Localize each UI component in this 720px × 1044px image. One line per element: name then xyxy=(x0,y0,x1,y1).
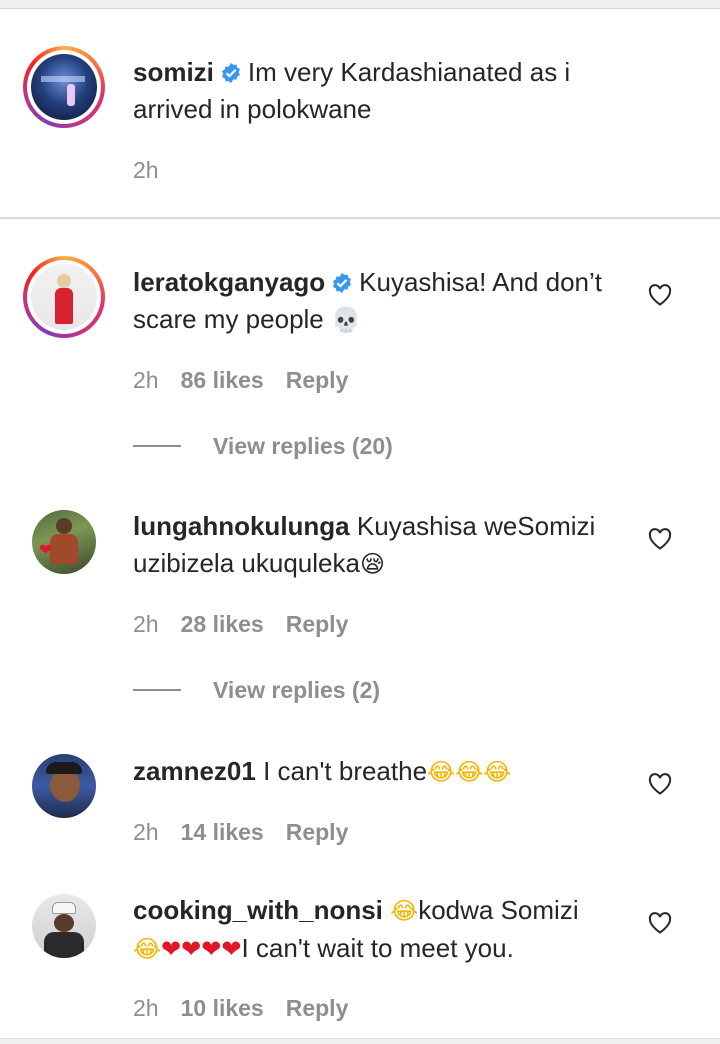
caption-time: 2h xyxy=(133,157,159,183)
comment-4-likes[interactable]: 10 likes xyxy=(181,995,264,1021)
comment-4-text-block: cooking_with_nonsi 😂kodwa Somizi 😂❤❤❤❤I c… xyxy=(133,892,633,968)
comment-1-username[interactable]: leratokganyago xyxy=(133,267,325,297)
comment-2-text-block: lungahnokulunga Kuyashisa weSomizi uzibi… xyxy=(133,508,633,583)
comments-screen: somizi Im very Kardashianated as i arrive… xyxy=(0,0,720,1044)
comment-1-view-replies[interactable]: View replies (20) xyxy=(133,433,393,460)
reply-line xyxy=(133,689,181,691)
red-heart-emojis: ❤❤❤❤ xyxy=(161,935,242,963)
comment-4-text-line2: I can't wait to meet you. xyxy=(241,933,514,963)
like-heart-icon[interactable] xyxy=(648,773,672,795)
comment-2-time: 2h xyxy=(133,611,159,637)
caption-divider xyxy=(0,217,720,219)
top-edge xyxy=(0,0,720,9)
sleepy-face-emoji: 😪 xyxy=(359,550,385,578)
comment-4-time: 2h xyxy=(133,995,159,1021)
comment-1-text-block: leratokganyago Kuyashisa! And don’t scare… xyxy=(133,264,633,339)
verified-badge-icon xyxy=(333,272,352,294)
avatar-lungahnokulunga[interactable]: ❤ xyxy=(32,510,96,574)
caption-meta: 2h xyxy=(133,157,181,184)
avatar-zamnez01[interactable] xyxy=(32,754,96,818)
comment-1-view-replies-label: View replies (20) xyxy=(213,433,393,459)
comment-2-reply-button[interactable]: Reply xyxy=(286,611,349,637)
comment-1-time: 2h xyxy=(133,367,159,393)
like-heart-icon[interactable] xyxy=(648,284,672,306)
avatar-cooking_with_nonsi[interactable] xyxy=(32,894,96,958)
comment-3-username[interactable]: zamnez01 xyxy=(133,756,256,786)
comment-3-time: 2h xyxy=(133,819,159,845)
comment-2-view-replies[interactable]: View replies (2) xyxy=(133,677,380,704)
comment-3-meta: 2h 14 likes Reply xyxy=(133,819,370,846)
bottom-edge xyxy=(0,1038,720,1044)
comment-2-meta: 2h 28 likes Reply xyxy=(133,611,370,638)
comment-4-reply-button[interactable]: Reply xyxy=(286,995,349,1021)
tears-of-joy-emoji: 😂😂😂 xyxy=(427,758,512,786)
comment-2-view-replies-label: View replies (2) xyxy=(213,677,381,703)
comment-4-meta: 2h 10 likes Reply xyxy=(133,995,370,1022)
comment-3-likes[interactable]: 14 likes xyxy=(181,819,264,845)
comment-1-likes[interactable]: 86 likes xyxy=(181,367,264,393)
reply-line xyxy=(133,445,181,447)
comment-1-meta: 2h 86 likes Reply xyxy=(133,367,370,394)
avatar-leratokganyago[interactable] xyxy=(23,256,105,338)
verified-badge-icon xyxy=(221,62,240,84)
comment-3-text-block: zamnez01 I can't breathe😂😂😂 xyxy=(133,753,633,791)
skull-emoji: 💀 xyxy=(331,306,361,334)
comment-2-likes[interactable]: 28 likes xyxy=(181,611,264,637)
comment-2-username[interactable]: lungahnokulunga xyxy=(133,511,350,541)
comment-4-username[interactable]: cooking_with_nonsi xyxy=(133,895,383,925)
like-heart-icon[interactable] xyxy=(648,912,672,934)
comment-3-reply-button[interactable]: Reply xyxy=(286,819,349,845)
tears-of-joy-emoji: 😂 xyxy=(133,935,162,963)
comment-3-text: I can't breathe xyxy=(263,756,428,786)
caption-text-block: somizi Im very Kardashianated as i arrive… xyxy=(133,54,633,128)
tears-of-joy-emoji: 😂 xyxy=(390,897,419,925)
comment-1-reply-button[interactable]: Reply xyxy=(286,367,349,393)
comment-4-text: kodwa Somizi xyxy=(418,895,579,925)
like-heart-icon[interactable] xyxy=(648,528,672,550)
caption-username[interactable]: somizi xyxy=(133,57,214,87)
avatar-somizi[interactable] xyxy=(23,46,105,128)
